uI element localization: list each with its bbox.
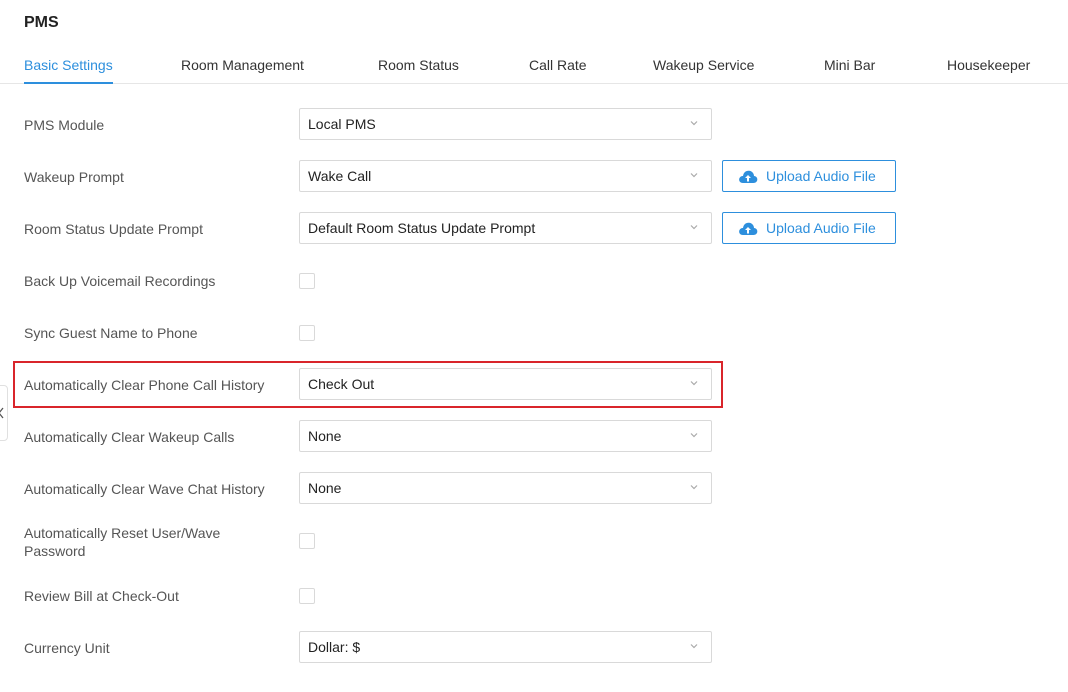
clear-wakeup-calls-label: Automatically Clear Wakeup Calls (24, 429, 235, 445)
room-status-prompt-label: Room Status Update Prompt (24, 221, 203, 237)
row-currency-unit: Currency Unit Dollar: $ (0, 631, 1068, 663)
tab-basic-settings[interactable]: Basic Settings (24, 57, 113, 73)
sidebar-collapse-handle[interactable] (0, 385, 8, 441)
tab-wakeup-service[interactable]: Wakeup Service (653, 57, 754, 73)
active-tab-underline (24, 82, 113, 84)
wakeup-prompt-value: Wake Call (308, 168, 372, 184)
row-sync-guest-name: Sync Guest Name to Phone (0, 316, 1068, 348)
chevron-down-icon (689, 222, 699, 232)
upload-audio-label: Upload Audio File (766, 168, 876, 184)
clear-call-history-select[interactable]: Check Out (299, 368, 712, 400)
review-bill-label: Review Bill at Check-Out (24, 588, 179, 604)
page-title: PMS (24, 14, 59, 31)
tab-housekeeper[interactable]: Housekeeper (947, 57, 1030, 73)
clear-wave-chat-select[interactable]: None (299, 472, 712, 504)
row-pms-module: PMS Module Local PMS (0, 108, 1068, 140)
pms-module-value: Local PMS (308, 116, 376, 132)
pms-module-label: PMS Module (24, 117, 105, 133)
wakeup-prompt-select[interactable]: Wake Call (299, 160, 712, 192)
row-review-bill: Review Bill at Check-Out (0, 579, 1068, 611)
reset-password-checkbox[interactable] (299, 533, 315, 549)
chevron-down-icon (689, 170, 699, 180)
tab-call-rate[interactable]: Call Rate (529, 57, 587, 73)
tab-mini-bar[interactable]: Mini Bar (824, 57, 875, 73)
wakeup-upload-audio-button[interactable]: Upload Audio File (722, 160, 896, 192)
room-status-prompt-select[interactable]: Default Room Status Update Prompt (299, 212, 712, 244)
chevron-down-icon (689, 482, 699, 492)
cloud-upload-icon (738, 221, 758, 237)
sync-guest-name-label: Sync Guest Name to Phone (24, 325, 198, 341)
clear-call-history-label: Automatically Clear Phone Call History (24, 377, 265, 393)
review-bill-checkbox[interactable] (299, 588, 315, 604)
row-clear-call-history: Automatically Clear Phone Call History C… (0, 368, 1068, 400)
row-wakeup-prompt: Wakeup Prompt Wake Call Upload Audio Fil… (0, 160, 1068, 192)
backup-voicemail-checkbox[interactable] (299, 273, 315, 289)
clear-wave-chat-value: None (308, 480, 342, 496)
tab-room-management[interactable]: Room Management (181, 57, 304, 73)
upload-audio-label: Upload Audio File (766, 220, 876, 236)
currency-unit-select[interactable]: Dollar: $ (299, 631, 712, 663)
reset-password-label: Automatically Reset User/Wave Password (24, 525, 221, 559)
row-backup-voicemail: Back Up Voicemail Recordings (0, 264, 1068, 296)
chevron-down-icon (689, 118, 699, 128)
backup-voicemail-label: Back Up Voicemail Recordings (24, 273, 216, 289)
currency-unit-label: Currency Unit (24, 640, 110, 656)
row-clear-wave-chat: Automatically Clear Wave Chat History No… (0, 472, 1068, 504)
row-clear-wakeup-calls: Automatically Clear Wakeup Calls None (0, 420, 1068, 452)
pms-module-select[interactable]: Local PMS (299, 108, 712, 140)
chevron-down-icon (689, 641, 699, 651)
clear-call-history-value: Check Out (308, 376, 375, 392)
chevron-down-icon (689, 430, 699, 440)
room-status-prompt-value: Default Room Status Update Prompt (308, 220, 536, 236)
sync-guest-name-checkbox[interactable] (299, 325, 315, 341)
currency-unit-value: Dollar: $ (308, 639, 361, 655)
clear-wakeup-calls-value: None (308, 428, 342, 444)
tab-room-status[interactable]: Room Status (378, 57, 459, 73)
row-reset-password: Automatically Reset User/Wave Password (0, 524, 1068, 564)
chevron-left-icon (0, 406, 5, 419)
wakeup-prompt-label: Wakeup Prompt (24, 169, 124, 185)
clear-wave-chat-label: Automatically Clear Wave Chat History (24, 481, 265, 497)
cloud-upload-icon (738, 169, 758, 185)
tab-bar: Basic Settings Room Management Room Stat… (0, 52, 1068, 84)
room-status-upload-audio-button[interactable]: Upload Audio File (722, 212, 896, 244)
row-room-status-prompt: Room Status Update Prompt Default Room S… (0, 212, 1068, 244)
chevron-down-icon (689, 378, 699, 388)
clear-wakeup-calls-select[interactable]: None (299, 420, 712, 452)
